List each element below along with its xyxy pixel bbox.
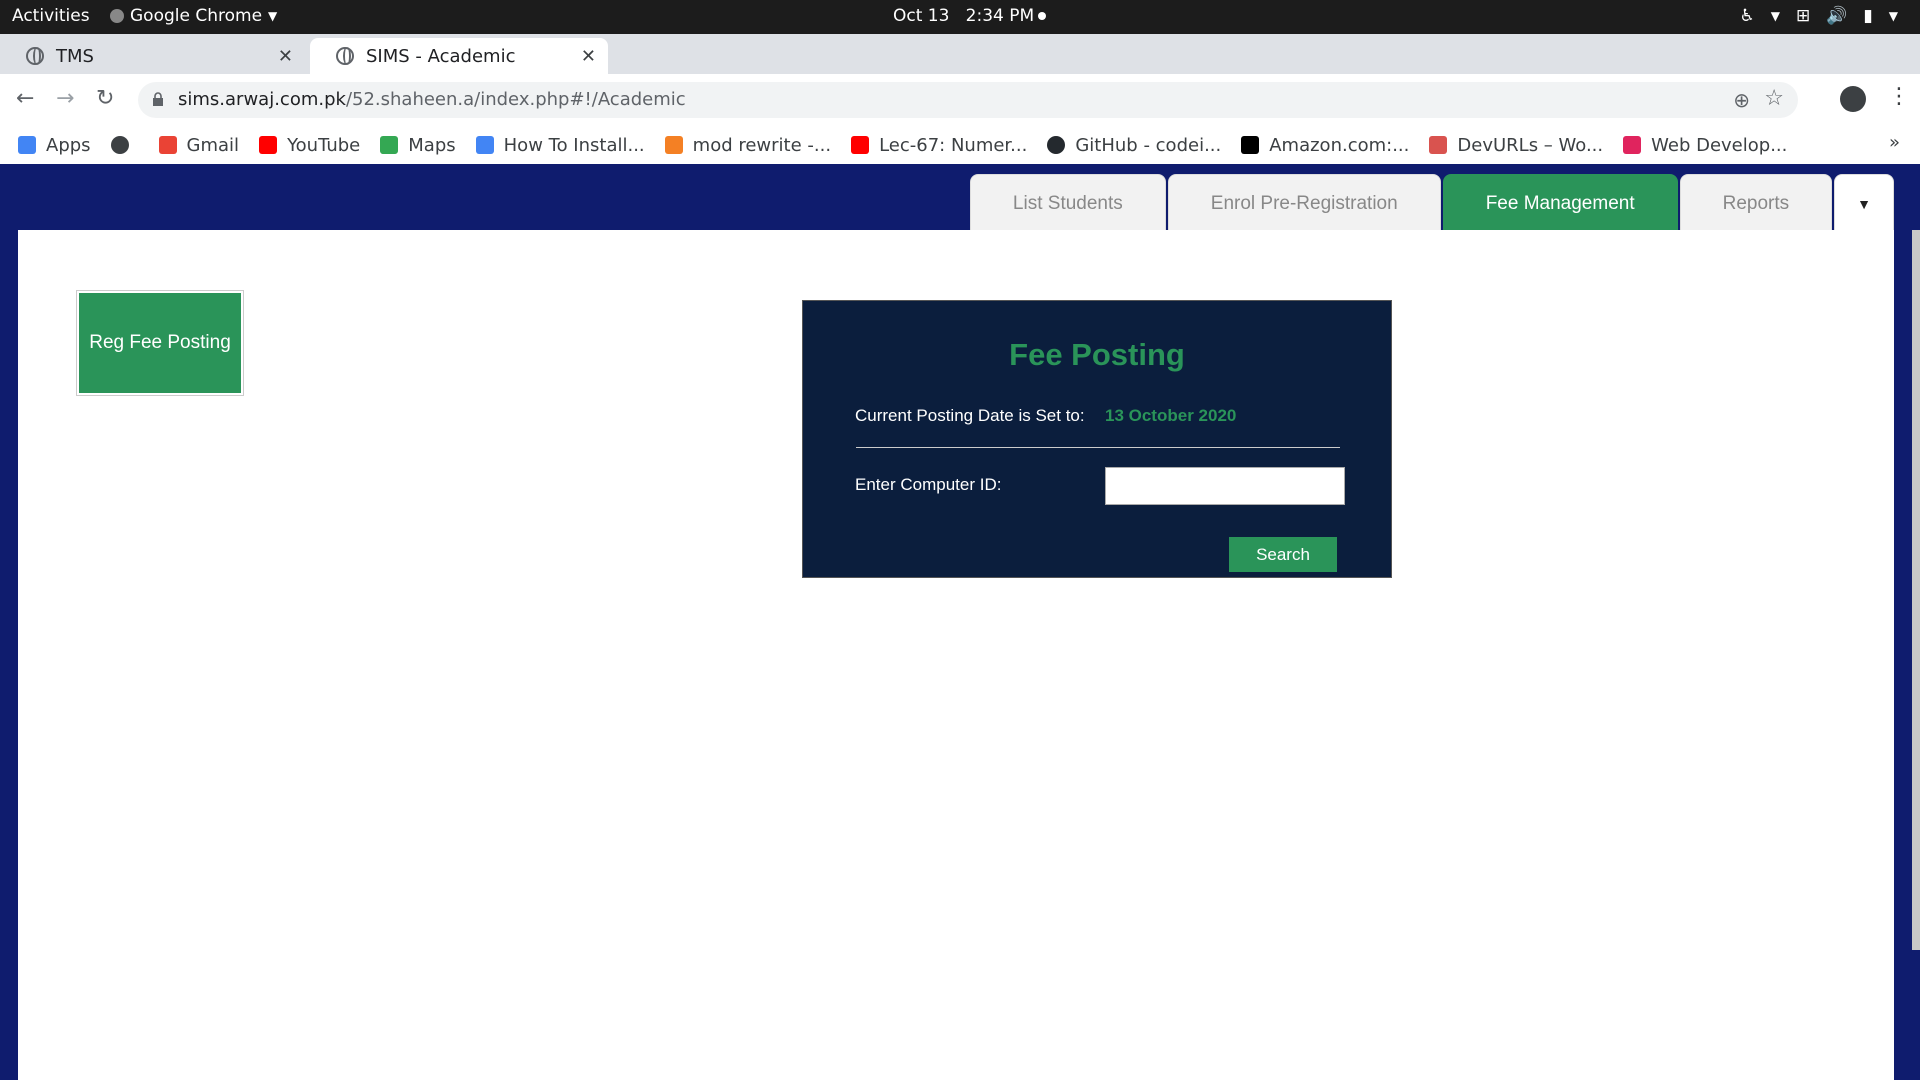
bookmark-item[interactable]: mod rewrite -... [664, 134, 832, 156]
tab-title: TMS [56, 45, 94, 67]
bookmarks-bar: Apps Gmail YouTube Maps How To Install... mod… [0, 126, 1920, 164]
accessibility-icon[interactable]: ♿ [1740, 6, 1755, 26]
bookmark-label: Gmail [186, 134, 240, 156]
system-tray[interactable]: ♿ ▼ ⊞ 🔊 ▮ ▼ [1740, 6, 1899, 26]
computer-id-input[interactable] [1105, 467, 1345, 505]
bookmark-item[interactable]: DevURLs – Wo... [1429, 135, 1603, 156]
app-menu[interactable]: Google Chrome ▼ [110, 6, 277, 26]
youtube-icon [851, 136, 870, 154]
web-dev-icon [1623, 136, 1642, 154]
chevron-down-icon: ▼ [1888, 9, 1898, 23]
bookmark-item[interactable]: Amazon.com:... [1241, 135, 1409, 156]
volume-icon: 🔊 [1826, 6, 1848, 26]
bookmark-label: Lec-67: Numer... [879, 134, 1028, 156]
tab-title: SIMS - Academic [366, 45, 516, 67]
devurls-icon [1429, 136, 1448, 154]
tab-fee-management[interactable]: Fee Management [1442, 174, 1678, 232]
url-host: sims.arwaj.com.pk [178, 89, 346, 110]
panel-title: Fee Posting [1009, 337, 1185, 372]
notification-dot-icon [1038, 12, 1047, 20]
bookmark-item[interactable]: Apps [18, 135, 91, 156]
loader-icon [475, 136, 494, 154]
bookmark-label: DevURLs – Wo... [1457, 134, 1604, 156]
content-area: Reg Fee Posting Fee Posting Current Post… [18, 230, 1894, 1080]
main-nav: List Students Enrol Pre-Registration Fee… [968, 174, 1894, 232]
computer-id-label: Enter Computer ID: [855, 475, 1002, 494]
address-bar[interactable]: sims.arwaj.com.pk/52.shaheen.a/index.php… [138, 82, 1798, 118]
posting-date-value: 13 October 2020 [1105, 406, 1237, 425]
browser-tab-tms[interactable]: TMS ✕ [0, 38, 305, 74]
divider [856, 447, 1340, 448]
globe-icon [110, 136, 129, 154]
reg-fee-wrapper: Reg Fee Posting [76, 290, 244, 396]
bookmark-label: GitHub - codei... [1075, 134, 1222, 156]
chrome-menu-icon[interactable]: ⋮ [1888, 84, 1910, 109]
bookmark-item[interactable]: Maps [380, 134, 456, 156]
clock-date: Oct 13 [893, 6, 950, 26]
bookmark-label: YouTube [287, 134, 361, 156]
browser-tab-sims[interactable]: SIMS - Academic ✕ [310, 38, 608, 74]
search-button[interactable]: Search [1229, 537, 1337, 572]
chevron-down-icon: ▼ [268, 9, 278, 23]
caret-down-icon: ▼ [1857, 195, 1871, 212]
apps-grid-icon [18, 136, 36, 154]
bookmark-label: mod rewrite -... [692, 134, 832, 156]
bookmark-item[interactable]: Lec-67: Numer... [851, 135, 1027, 156]
profile-avatar[interactable] [1840, 86, 1866, 112]
battery-icon: ▮ [1863, 6, 1873, 26]
bookmark-item[interactable]: GitHub - codei... [1047, 135, 1221, 156]
page-viewport: List Students Enrol Pre-Registration Fee… [0, 164, 1920, 1080]
clock[interactable]: Oct 13 2:34 PM [893, 6, 1047, 26]
reload-button[interactable]: ↻ [96, 86, 114, 111]
bookmark-label: Amazon.com:... [1269, 134, 1410, 156]
bookmark-label: Maps [408, 134, 456, 156]
browser-toolbar: ← → ↻ sims.arwaj.com.pk/52.shaheen.a/ind… [0, 74, 1920, 126]
clock-time: 2:34 PM [965, 6, 1035, 26]
amazon-icon [1241, 136, 1260, 154]
fee-posting-panel: Fee Posting Current Posting Date is Set … [802, 300, 1392, 578]
tab-reports[interactable]: Reports [1679, 174, 1833, 232]
close-tab-icon[interactable]: ✕ [581, 46, 596, 67]
bookmark-item[interactable]: Gmail [158, 134, 240, 156]
globe-icon [26, 47, 44, 65]
maps-pin-icon [380, 136, 399, 154]
lock-icon [153, 92, 163, 106]
page-scrollbar[interactable] [1912, 230, 1920, 950]
network-icon: ⊞ [1795, 6, 1811, 26]
tab-enrol-pre-registration[interactable]: Enrol Pre-Registration [1167, 174, 1441, 232]
back-button[interactable]: ← [16, 86, 34, 111]
nav-dropdown-button[interactable]: ▼ [1834, 174, 1894, 232]
url-text: sims.arwaj.com.pk/52.shaheen.a/index.php… [178, 89, 686, 110]
bookmark-item[interactable]: YouTube [259, 135, 360, 156]
chrome-icon [110, 9, 124, 23]
zoom-icon[interactable]: ⊕ [1733, 88, 1750, 112]
gmail-icon [158, 136, 177, 154]
tab-list-students[interactable]: List Students [969, 174, 1166, 232]
posting-date-label: Current Posting Date is Set to: [855, 406, 1085, 425]
stackoverflow-icon [664, 136, 683, 154]
youtube-icon [259, 136, 278, 154]
reg-fee-posting-button[interactable]: Reg Fee Posting [79, 293, 241, 393]
bookmark-label: How To Install... [503, 134, 645, 156]
bookmark-star-icon[interactable]: ☆ [1764, 86, 1784, 111]
bookmark-label: Apps [46, 134, 91, 156]
more-bookmarks-icon[interactable]: » [1889, 132, 1900, 153]
forward-button[interactable]: → [56, 86, 74, 111]
close-tab-icon[interactable]: ✕ [278, 46, 293, 67]
bookmark-item[interactable]: Web Develop... [1623, 135, 1787, 156]
github-icon [1047, 136, 1066, 154]
system-top-bar: Activities Google Chrome ▼ Oct 13 2:34 P… [0, 0, 1920, 34]
bookmark-item[interactable]: How To Install... [475, 134, 645, 156]
bookmark-label: Web Develop... [1651, 134, 1788, 156]
bookmark-item[interactable] [110, 136, 139, 154]
tab-strip: TMS ✕ SIMS - Academic ✕ + – ❐ ✕ [0, 34, 1920, 104]
app-name: Google Chrome [130, 6, 263, 26]
activities-button[interactable]: Activities [12, 6, 90, 26]
url-path: /52.shaheen.a/index.php#!/Academic [345, 89, 686, 110]
chevron-down-icon: ▼ [1770, 9, 1780, 23]
globe-icon [336, 47, 354, 65]
